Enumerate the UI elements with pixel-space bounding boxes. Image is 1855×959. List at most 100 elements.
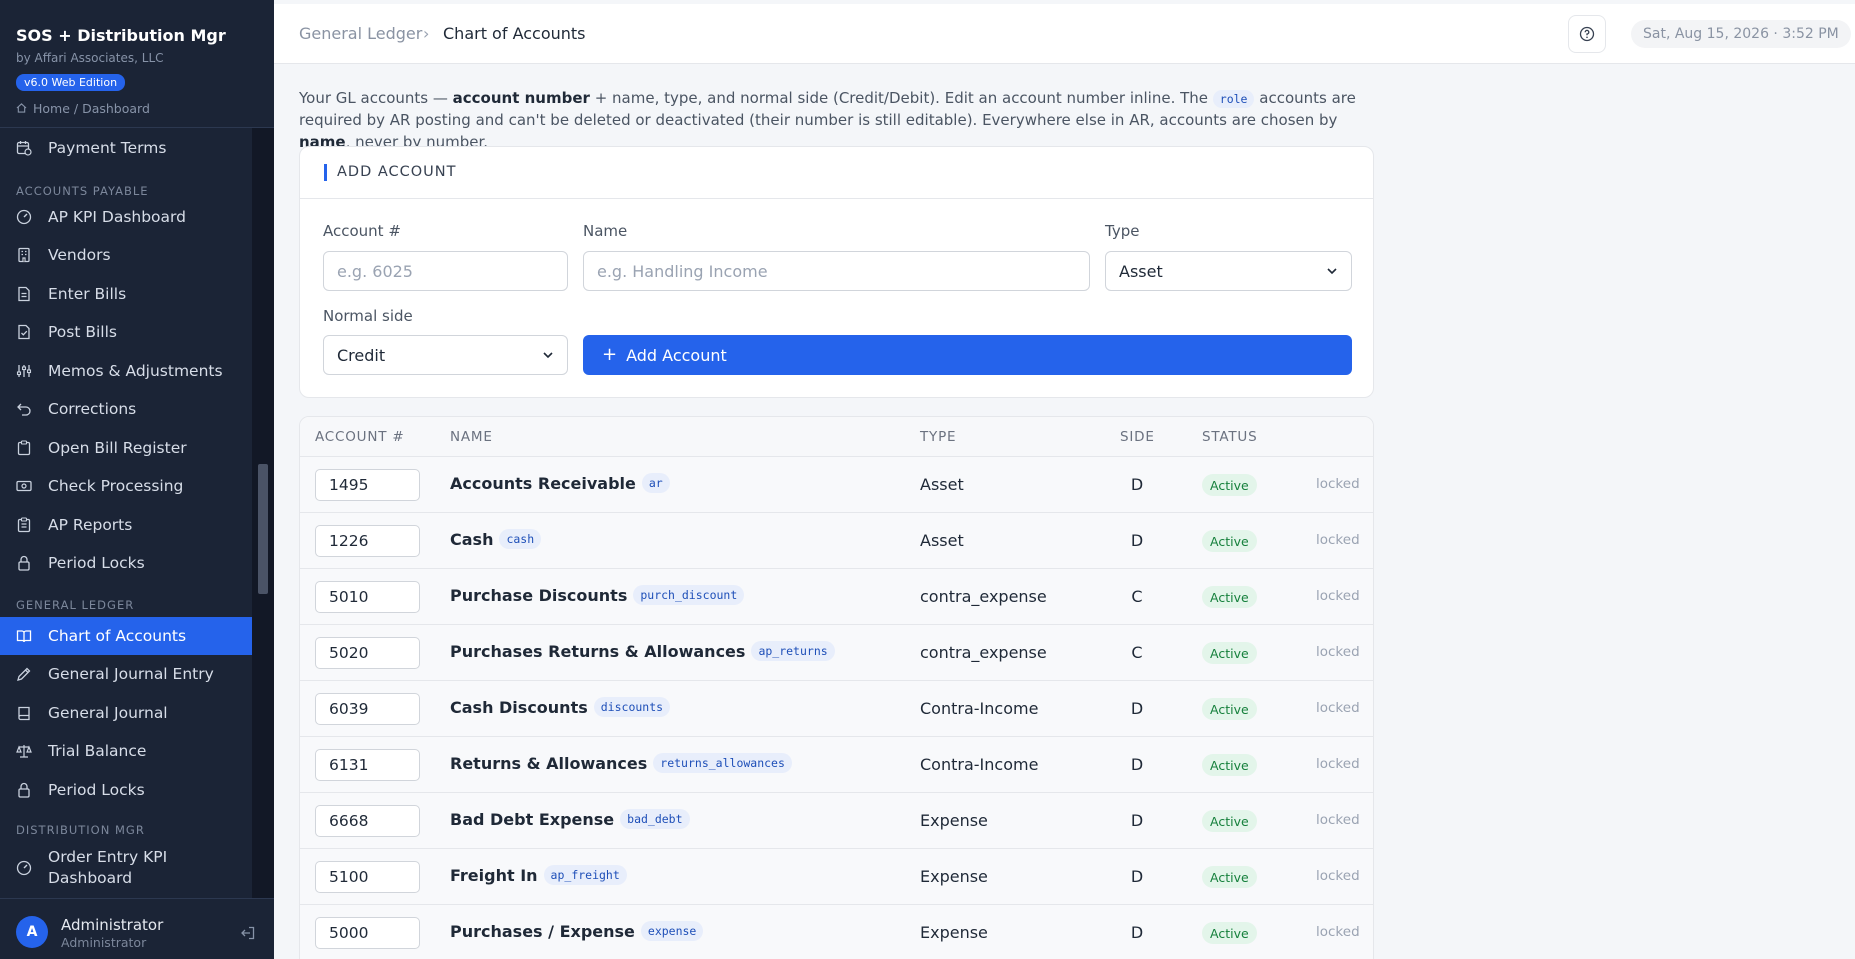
account-number-field[interactable]: 5000 bbox=[315, 917, 420, 949]
account-type: Asset bbox=[920, 531, 964, 550]
avatar[interactable]: A bbox=[16, 916, 48, 948]
account-number-field[interactable]: 1226 bbox=[315, 525, 420, 557]
sidebar-item-trial-balance[interactable]: Trial Balance bbox=[0, 732, 252, 770]
sidebar-item-check-processing[interactable]: Check Processing bbox=[0, 467, 252, 505]
account-side: D bbox=[1130, 867, 1144, 886]
sidebar-item-payment-terms[interactable]: Payment Terms bbox=[0, 129, 252, 167]
clipboard-list-icon bbox=[17, 517, 31, 533]
chevron-down-icon bbox=[543, 352, 553, 359]
account-type: Expense bbox=[920, 867, 988, 886]
column-header-side: SIDE bbox=[1120, 429, 1155, 445]
status-badge: Active bbox=[1202, 698, 1257, 720]
sidebar-item-label: Vendors bbox=[48, 246, 111, 264]
account-name: Purchase Discounts purch_discount bbox=[450, 585, 745, 605]
breadcrumb-parent[interactable]: General Ledger bbox=[299, 24, 422, 43]
table-row: 1226 Cash cash Asset D Active locked bbox=[300, 513, 1373, 569]
normal-side-value: Credit bbox=[337, 345, 386, 365]
account-name: Purchases Returns & Allowances ap_returns bbox=[450, 641, 835, 661]
account-type: Expense bbox=[920, 923, 988, 942]
nav-section-distribution-mgr: DISTRIBUTION MGR bbox=[16, 823, 145, 837]
sidebar-item-label: Enter Bills bbox=[48, 285, 127, 303]
add-account-button[interactable]: + Add Account bbox=[583, 335, 1352, 375]
sidebar-item-period-locks-gl[interactable]: Period Locks bbox=[0, 771, 252, 809]
role-tag: returns_allowances bbox=[653, 753, 792, 773]
table-row: 5010 Purchase Discounts purch_discount co… bbox=[300, 569, 1373, 625]
role-tag: bad_debt bbox=[620, 809, 690, 829]
normal-side-select[interactable]: Credit bbox=[323, 335, 568, 375]
user-role: Administrator bbox=[61, 935, 147, 950]
account-number-field[interactable]: 5100 bbox=[315, 861, 420, 893]
account-name-text: Purchases Returns & Allowances bbox=[450, 642, 746, 661]
page-title: Chart of Accounts bbox=[443, 24, 586, 43]
sidebar-item-order-entry-kpi-dashboard[interactable]: Order Entry KPI Dashboard bbox=[0, 844, 252, 892]
status-badge: Active bbox=[1202, 586, 1257, 608]
user-panel: A Administrator Administrator bbox=[0, 898, 274, 959]
sidebar-item-memos-adjustments[interactable]: Memos & Adjustments bbox=[0, 352, 252, 390]
sidebar-item-ap-kpi-dashboard[interactable]: AP KPI Dashboard bbox=[0, 198, 252, 236]
role-tag: discounts bbox=[593, 697, 671, 717]
undo-icon bbox=[17, 403, 31, 416]
clipboard-icon bbox=[17, 440, 31, 456]
account-name: Purchases / Expense expense bbox=[450, 921, 704, 941]
banknote-icon bbox=[16, 480, 32, 492]
sidebar-item-label: Period Locks bbox=[48, 781, 145, 799]
account-number-input[interactable]: e.g. 6025 bbox=[323, 251, 568, 291]
status-badge: Active bbox=[1202, 642, 1257, 664]
nav-section-accounts-payable: ACCOUNTS PAYABLE bbox=[16, 184, 149, 198]
sidebar-item-label: Memos & Adjustments bbox=[48, 362, 223, 380]
account-name: Returns & Allowances returns_allowances bbox=[450, 753, 792, 773]
account-name: Freight In ap_freight bbox=[450, 865, 627, 885]
sidebar-item-vendors[interactable]: Vendors bbox=[0, 236, 252, 274]
sliders-icon bbox=[16, 365, 32, 377]
sidebar-item-enter-bills[interactable]: Enter Bills bbox=[0, 275, 252, 313]
account-number-field[interactable]: 5020 bbox=[315, 637, 420, 669]
account-side: C bbox=[1131, 587, 1143, 606]
account-number-field[interactable]: 6131 bbox=[315, 749, 420, 781]
account-name: Accounts Receivable ar bbox=[450, 473, 670, 493]
role-tag: purch_discount bbox=[633, 585, 745, 605]
account-type: Contra-Income bbox=[920, 755, 1039, 774]
status-badge: Active bbox=[1202, 474, 1257, 496]
table-row: 6039 Cash Discounts discounts Contra-Inco… bbox=[300, 681, 1373, 737]
breadcrumb-separator: › bbox=[423, 24, 430, 43]
name-input[interactable]: e.g. Handling Income bbox=[583, 251, 1090, 291]
account-number-field[interactable]: 6039 bbox=[315, 693, 420, 725]
column-header-status: STATUS bbox=[1202, 429, 1258, 445]
sidebar-scrollbar-thumb[interactable] bbox=[258, 464, 268, 594]
sidebar-item-chart-of-accounts[interactable]: Chart of Accounts bbox=[0, 617, 252, 655]
sidebar-item-open-bill-register[interactable]: Open Bill Register bbox=[0, 429, 252, 467]
help-button[interactable] bbox=[1568, 15, 1606, 53]
sidebar-header: SOS + Distribution Mgr by Affari Associa… bbox=[0, 4, 274, 128]
table-row: 1495 Accounts Receivable ar Asset D Activ… bbox=[300, 457, 1373, 513]
logout-icon[interactable] bbox=[240, 925, 256, 941]
sidebar-item-post-bills[interactable]: Post Bills bbox=[0, 313, 252, 351]
help-icon bbox=[1579, 26, 1595, 42]
sidebar-item-general-journal[interactable]: General Journal bbox=[0, 694, 252, 732]
account-name: Cash cash bbox=[450, 529, 542, 549]
account-number-field[interactable]: 6668 bbox=[315, 805, 420, 837]
status-badge: Active bbox=[1202, 810, 1257, 832]
version-badge: v6.0 Web Edition bbox=[16, 74, 126, 91]
plus-icon: + bbox=[602, 344, 618, 365]
account-side: C bbox=[1131, 643, 1143, 662]
role-tag: ap_returns bbox=[751, 641, 835, 661]
sidebar-item-ap-reports[interactable]: AP Reports bbox=[0, 506, 252, 544]
home-link[interactable]: Home / Dashboard bbox=[16, 101, 150, 116]
status-badge: Active bbox=[1202, 754, 1257, 776]
app-subtitle: by Affari Associates, LLC bbox=[16, 51, 164, 65]
account-number-field[interactable]: 5010 bbox=[315, 581, 420, 613]
account-number-field[interactable]: 1495 bbox=[315, 469, 420, 501]
chevron-down-icon bbox=[1327, 268, 1337, 275]
scale-icon bbox=[16, 745, 32, 758]
sidebar-item-general-journal-entry[interactable]: General Journal Entry bbox=[0, 655, 252, 693]
type-select[interactable]: Asset bbox=[1105, 251, 1352, 291]
add-account-button-label: Add Account bbox=[626, 345, 727, 365]
sidebar-item-period-locks-ap[interactable]: Period Locks bbox=[0, 544, 252, 582]
account-name: Cash Discounts discounts bbox=[450, 697, 671, 717]
role-tag: ar bbox=[641, 473, 670, 493]
role-tag: expense bbox=[640, 921, 704, 941]
sidebar-item-corrections[interactable]: Corrections bbox=[0, 390, 252, 428]
user-name: Administrator bbox=[61, 916, 164, 934]
sidebar-item-label: General Journal Entry bbox=[48, 665, 214, 683]
sidebar-item-label: Payment Terms bbox=[48, 139, 167, 157]
